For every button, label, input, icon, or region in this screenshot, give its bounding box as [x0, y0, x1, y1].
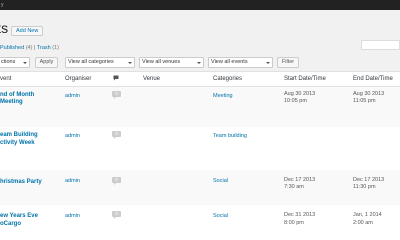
end-date: Jan, 1 2014 — [353, 212, 382, 218]
comment-count-badge[interactable]: 0 — [112, 131, 121, 139]
category-link[interactable]: Team building — [213, 133, 247, 140]
trash-count: (1) — [52, 45, 59, 51]
column-organiser[interactable]: Organiser — [65, 75, 91, 83]
organiser-link[interactable]: admin — [65, 213, 80, 220]
start-time: 8:00 pm — [284, 220, 304, 226]
chevron-down-icon — [128, 62, 132, 64]
comment-icon[interactable] — [113, 75, 119, 81]
chevron-down-icon — [197, 62, 201, 64]
column-categories[interactable]: Categories — [213, 75, 242, 83]
category-filter-value: View all categories — [68, 59, 114, 65]
admin-bar: y — [0, 0, 400, 10]
start-date: Aug 30 2013 — [284, 91, 316, 97]
category-link[interactable]: Social — [213, 213, 228, 220]
events-table: vent Organiser Venue Categories Start Da… — [0, 71, 400, 240]
start-time: 7:30 am — [284, 184, 304, 190]
apply-button[interactable]: Apply — [35, 57, 58, 68]
published-link[interactable]: Published — [0, 45, 24, 51]
event-title[interactable]: oCargo — [0, 220, 21, 228]
start-time: 10:05 pm — [284, 98, 307, 104]
chevron-down-icon — [266, 62, 270, 64]
filter-button[interactable]: Filter — [277, 57, 299, 68]
category-link[interactable]: Meeting — [213, 93, 233, 100]
event-title[interactable]: eam Building — [0, 131, 38, 139]
trash-link[interactable]: Trash — [37, 45, 51, 51]
event-filter-value: View all events — [211, 59, 248, 65]
column-venue[interactable]: Venue — [143, 75, 160, 83]
add-new-button[interactable]: Add New — [11, 26, 44, 36]
published-count: (4) — [25, 45, 33, 51]
end-time: 2:00 am — [353, 220, 373, 226]
venue-filter-value: View all venues — [142, 59, 181, 65]
view-filters: Published (4) | Trash (1) — [0, 45, 59, 52]
end-time: 11:30 pm — [353, 184, 376, 190]
admin-bar-item[interactable]: y — [1, 2, 4, 8]
view-separator: | — [33, 45, 36, 51]
venue-filter-select[interactable]: View all venues — [139, 57, 204, 68]
event-title[interactable]: Meeting — [0, 98, 23, 106]
category-link[interactable]: Social — [213, 178, 228, 185]
table-row: ew Years Eve oCargo admin 0 Social Dec 3… — [0, 205, 400, 240]
bulk-actions-value: ctions — [1, 59, 16, 65]
end-date: Dec 17 2013 — [353, 177, 385, 183]
end-date: Aug 30 2013 — [353, 91, 385, 97]
column-event[interactable]: vent — [0, 75, 11, 83]
event-title[interactable]: hristmas Party — [0, 178, 42, 186]
organiser-link[interactable]: admin — [65, 93, 80, 100]
table-row: eam Building ctivity Week admin 0 Team b… — [0, 127, 400, 170]
start-date: Dec 31 2013 — [284, 212, 316, 218]
event-filter-select[interactable]: View all events — [208, 57, 273, 68]
chevron-down-icon — [23, 62, 27, 64]
start-date: Dec 17 2013 — [284, 177, 316, 183]
event-title[interactable]: ctivity Week — [0, 139, 35, 147]
category-filter-select[interactable]: View all categories — [65, 57, 135, 68]
table-row: nd of Month Meeting admin 0 Meeting Aug … — [0, 87, 400, 127]
bulk-actions-select[interactable]: ctions — [0, 57, 30, 68]
table-row: hristmas Party admin 0 Social Dec 17 201… — [0, 170, 400, 205]
page-title: ts — [0, 20, 9, 36]
organiser-link[interactable]: admin — [65, 178, 80, 185]
column-end-date[interactable]: End Date/Time — [353, 75, 393, 83]
comment-count-badge[interactable]: 0 — [112, 211, 121, 219]
end-time: 11:05 pm — [353, 98, 376, 104]
search-input[interactable] — [361, 40, 400, 50]
comment-count-badge[interactable]: 0 — [112, 91, 121, 99]
organiser-link[interactable]: admin — [65, 133, 80, 140]
event-title[interactable]: ew Years Eve — [0, 212, 38, 220]
column-start-date[interactable]: Start Date/Time — [284, 75, 326, 83]
comment-count-badge[interactable]: 0 — [112, 177, 121, 185]
